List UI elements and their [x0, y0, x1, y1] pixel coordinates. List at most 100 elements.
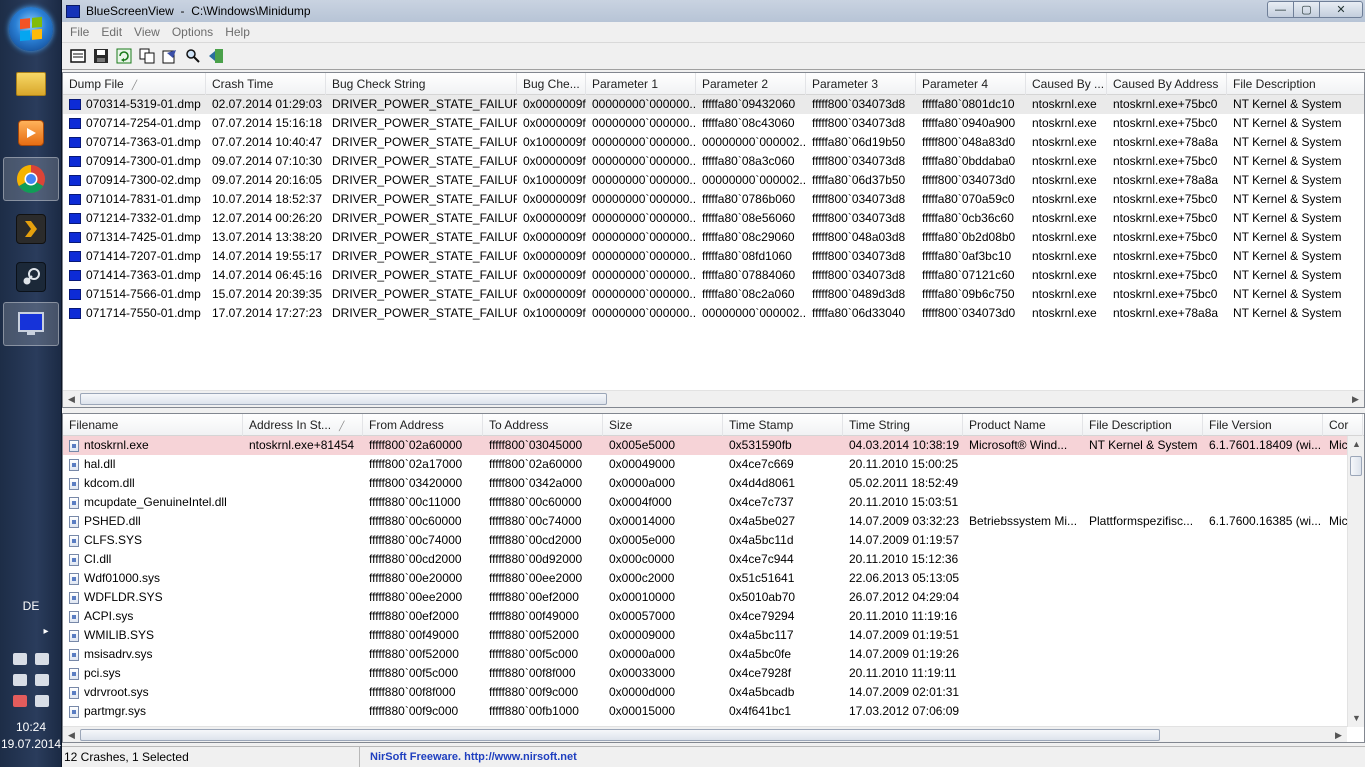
crash-column-header[interactable]: Caused By Address: [1107, 73, 1227, 95]
usb-icon[interactable]: [13, 674, 27, 686]
exit-button[interactable]: [206, 46, 226, 66]
driver-row[interactable]: partmgr.sys fffff880`00f9c000 fffff880`00f…: [63, 702, 1364, 721]
language-indicator[interactable]: DE: [0, 599, 62, 613]
plex-icon: [16, 214, 46, 244]
driver-column-header[interactable]: Time Stamp: [723, 414, 843, 436]
save-button[interactable]: [91, 46, 111, 66]
driver-row[interactable]: CLFS.SYS fffff880`00c74000 fffff880`00cd20…: [63, 531, 1364, 550]
minimize-button[interactable]: —: [1267, 1, 1293, 18]
crash-row[interactable]: 071514-7566-01.dmp 15.07.2014 20:39:35 DRI…: [63, 285, 1364, 304]
maximize-button[interactable]: ▢: [1293, 1, 1319, 18]
scroll-thumb[interactable]: [1350, 456, 1362, 476]
start-button[interactable]: [9, 7, 53, 51]
driver-row[interactable]: pci.sys fffff880`00f5c000 fffff880`00f8f00…: [63, 664, 1364, 683]
driver-row[interactable]: WMILIB.SYS fffff880`00f49000 fffff880`00f5…: [63, 626, 1364, 645]
driver-column-header[interactable]: File Version: [1203, 414, 1323, 436]
driver-column-header[interactable]: Size: [603, 414, 723, 436]
taskbar-bluescreenview[interactable]: [3, 302, 59, 346]
driver-row[interactable]: mcupdate_GenuineIntel.dll fffff880`00c110…: [63, 493, 1364, 512]
crash-row[interactable]: 071414-7363-01.dmp 14.07.2014 06:45:16 DRI…: [63, 266, 1364, 285]
properties-button[interactable]: [68, 46, 88, 66]
crash-row[interactable]: 071714-7550-01.dmp 17.07.2014 17:27:23 DRI…: [63, 304, 1364, 323]
crash-column-header[interactable]: Dump File ╱: [63, 73, 206, 95]
copy-button[interactable]: [137, 46, 157, 66]
scroll-thumb[interactable]: [80, 729, 1160, 741]
clock-date[interactable]: 19.07.2014: [0, 737, 62, 751]
taskbar-explorer[interactable]: [3, 62, 59, 106]
crash-row[interactable]: 071414-7207-01.dmp 14.07.2014 19:55:17 DRI…: [63, 247, 1364, 266]
volume-icon[interactable]: [35, 674, 49, 686]
driver-list[interactable]: Filename Address In St... ╱ From Address To …: [62, 413, 1365, 743]
driver-column-header[interactable]: File Description: [1083, 414, 1203, 436]
menu-edit[interactable]: Edit: [95, 25, 128, 39]
driver-row[interactable]: ntoskrnl.exe ntoskrnl.exe+81454 fffff800`0…: [63, 436, 1364, 455]
crash-column-header[interactable]: Bug Check String: [326, 73, 517, 95]
crash-row[interactable]: 070914-7300-02.dmp 09.07.2014 20:16:05 DRI…: [63, 171, 1364, 190]
driver-row[interactable]: msisadrv.sys fffff880`00f52000 fffff880`00…: [63, 645, 1364, 664]
crash-column-header[interactable]: Bug Che...: [517, 73, 586, 95]
menu-file[interactable]: File: [64, 25, 95, 39]
show-hidden-icons-icon[interactable]: ▸: [40, 626, 52, 637]
driver-list-horizontal-scrollbar[interactable]: ◀ ▶: [63, 726, 1347, 742]
crash-column-header[interactable]: Parameter 1: [586, 73, 696, 95]
crash-list[interactable]: Dump File ╱ Crash Time Bug Check String Bug …: [62, 72, 1365, 408]
crash-column-header[interactable]: Parameter 3: [806, 73, 916, 95]
driver-row[interactable]: hal.dll fffff800`02a17000 fffff800`02a6000…: [63, 455, 1364, 474]
signal-icon[interactable]: [13, 653, 27, 665]
driver-list-vertical-scrollbar[interactable]: ▲ ▼: [1347, 436, 1364, 727]
driver-row[interactable]: vdrvroot.sys fffff880`00f8f000 fffff880`00…: [63, 683, 1364, 702]
crash-cell: fffff800`048a03d8: [812, 230, 906, 244]
driver-column-header[interactable]: Product Name: [963, 414, 1083, 436]
taskbar-chrome[interactable]: [3, 157, 59, 201]
menu-help[interactable]: Help: [219, 25, 256, 39]
crash-column-header[interactable]: Crash Time: [206, 73, 326, 95]
crash-row[interactable]: 071314-7425-01.dmp 13.07.2014 13:38:20 DRI…: [63, 228, 1364, 247]
crash-row[interactable]: 071214-7332-01.dmp 12.07.2014 00:26:20 DRI…: [63, 209, 1364, 228]
scroll-left-icon[interactable]: ◀: [63, 727, 80, 742]
driver-row[interactable]: Wdf01000.sys fffff880`00e20000 fffff880`00…: [63, 569, 1364, 588]
driver-row[interactable]: CI.dll fffff880`00cd2000 fffff880`00d92000…: [63, 550, 1364, 569]
crash-row[interactable]: 070914-7300-01.dmp 09.07.2014 07:10:30 DRI…: [63, 152, 1364, 171]
driver-column-header[interactable]: Filename: [63, 414, 243, 436]
nirsoft-link[interactable]: NirSoft Freeware. http://www.nirsoft.net: [360, 751, 577, 763]
close-button[interactable]: ✕: [1319, 1, 1363, 18]
menu-options[interactable]: Options: [166, 25, 219, 39]
crash-row[interactable]: 070714-7363-01.dmp 07.07.2014 10:40:47 DRI…: [63, 133, 1364, 152]
crash-column-header[interactable]: Parameter 4: [916, 73, 1026, 95]
crash-row[interactable]: 071014-7831-01.dmp 10.07.2014 18:52:37 DRI…: [63, 190, 1364, 209]
scroll-thumb[interactable]: [80, 393, 607, 405]
driver-column-header[interactable]: Cor: [1323, 414, 1363, 436]
driver-column-header[interactable]: Time String: [843, 414, 963, 436]
driver-row[interactable]: WDFLDR.SYS fffff880`00ee2000 fffff880`00ef…: [63, 588, 1364, 607]
find-button[interactable]: [183, 46, 203, 66]
menu-view[interactable]: View: [128, 25, 166, 39]
crash-column-header[interactable]: Caused By ...: [1026, 73, 1107, 95]
network-icon[interactable]: [13, 695, 27, 707]
crash-list-horizontal-scrollbar[interactable]: ◀ ▶: [63, 390, 1364, 407]
driver-row[interactable]: PSHED.dll fffff880`00c60000 fffff880`00c74…: [63, 512, 1364, 531]
driver-row[interactable]: ACPI.sys fffff880`00ef2000 fffff880`00f490…: [63, 607, 1364, 626]
clock-time[interactable]: 10:24: [0, 720, 62, 734]
driver-column-header[interactable]: From Address: [363, 414, 483, 436]
scroll-left-icon[interactable]: ◀: [63, 391, 80, 407]
html-report-button[interactable]: [160, 46, 180, 66]
flag-icon[interactable]: [35, 653, 49, 665]
driver-row[interactable]: kdcom.dll fffff800`03420000 fffff800`0342a…: [63, 474, 1364, 493]
title-bar[interactable]: BlueScreenView - C:\Windows\Minidump — ▢…: [62, 0, 1365, 22]
driver-column-header[interactable]: To Address: [483, 414, 603, 436]
driver-column-header[interactable]: Address In St... ╱: [243, 414, 363, 436]
scroll-right-icon[interactable]: ▶: [1347, 391, 1364, 407]
taskbar-media-player[interactable]: [3, 111, 59, 155]
scroll-right-icon[interactable]: ▶: [1330, 727, 1347, 742]
scroll-up-icon[interactable]: ▲: [1348, 436, 1364, 453]
scroll-down-icon[interactable]: ▼: [1348, 710, 1364, 727]
crash-cell: 00000000`000000...: [592, 116, 696, 130]
crash-row[interactable]: 070314-5319-01.dmp 02.07.2014 01:29:03 DRI…: [63, 95, 1364, 114]
crash-column-header[interactable]: File Description: [1227, 73, 1364, 95]
refresh-button[interactable]: [114, 46, 134, 66]
crash-row[interactable]: 070714-7254-01.dmp 07.07.2014 15:16:18 DRI…: [63, 114, 1364, 133]
notification-icon[interactable]: [35, 695, 49, 707]
crash-column-header[interactable]: Parameter 2: [696, 73, 806, 95]
taskbar-plex[interactable]: [3, 207, 59, 251]
taskbar-steam[interactable]: [3, 255, 59, 299]
